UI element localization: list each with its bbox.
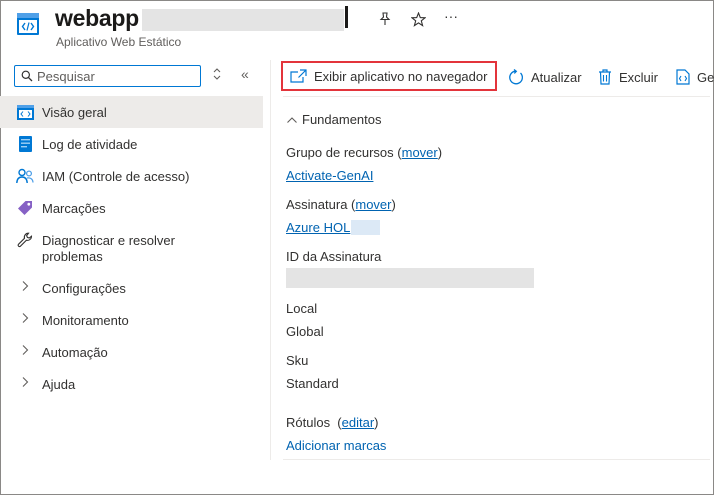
sidebar-item-diagnose[interactable]: Diagnosticar e resolver problemas (0, 224, 263, 272)
page-subtitle: Aplicativo Web Estático (56, 35, 182, 49)
essentials-toggle[interactable]: Fundamentos (286, 112, 382, 127)
subscription-move-link[interactable]: mover (355, 197, 391, 212)
chevron-up-icon (286, 113, 298, 127)
static-web-app-icon (17, 13, 39, 35)
search-input[interactable] (37, 68, 187, 84)
sidebar-item-label: Monitoramento (42, 313, 129, 328)
sku-value: Standard (286, 376, 339, 391)
search-box[interactable] (14, 65, 201, 87)
location-value: Global (286, 324, 324, 339)
chevron-right-icon (16, 312, 34, 324)
resource-group-value-row: Activate-GenAI (286, 168, 373, 183)
favorite-button[interactable] (409, 10, 427, 28)
collapse-sidebar-button[interactable]: « (241, 66, 249, 82)
up-down-icon (213, 68, 221, 80)
sidebar-item-label: Marcações (42, 201, 106, 216)
overview-icon (16, 103, 34, 121)
search-icon (21, 70, 33, 82)
sidebar-item-label: Configurações (42, 281, 126, 296)
subscription-redaction (351, 220, 380, 235)
tags-label: Rótulos (286, 415, 331, 430)
resource-group-link[interactable]: Activate-GenAI (286, 168, 373, 183)
sidebar-item-label: Ajuda (42, 377, 76, 392)
title-tail (345, 6, 348, 28)
chevron-right-icon (16, 344, 34, 356)
tags-label-row: Rótulos (editar) (286, 415, 379, 430)
tags-edit-link[interactable]: editar (342, 415, 375, 430)
sku-label: Sku (286, 353, 309, 368)
sidebar-item-help[interactable]: Ajuda (0, 368, 263, 400)
activity-log-icon (16, 135, 34, 153)
code-file-icon (676, 69, 690, 85)
delete-button[interactable]: Excluir (598, 64, 658, 90)
sidebar-item-activity-log[interactable]: Log de atividade (0, 128, 263, 160)
sidebar-item-tags[interactable]: Marcações (0, 192, 263, 224)
expand-collapse-button[interactable] (212, 67, 222, 84)
refresh-icon (509, 68, 523, 84)
subscription-id-label: ID da Assinatura (286, 249, 382, 264)
subscription-label-row: Assinatura (mover) (286, 197, 396, 212)
sidebar-item-iam[interactable]: IAM (Controle de acesso) (0, 160, 263, 192)
essentials-heading: Fundamentos (302, 112, 382, 127)
delete-label: Excluir (619, 69, 659, 85)
manage-label: Ge (697, 69, 714, 85)
tag-icon (16, 199, 34, 217)
title-redaction (142, 9, 344, 31)
sidebar-item-label: Automação (42, 345, 108, 360)
trash-icon (599, 69, 611, 85)
open-in-browser-icon (290, 69, 307, 83)
command-bar-divider (283, 96, 710, 97)
sidebar-item-label: IAM (Controle de acesso) (42, 169, 190, 184)
sidebar-item-label: Log de atividade (42, 137, 138, 152)
sidebar-item-settings[interactable]: Configurações (0, 272, 263, 304)
browse-button[interactable]: Exibir aplicativo no navegador (281, 61, 497, 91)
chevron-right-icon (16, 376, 34, 388)
page-title: webapp (55, 5, 139, 31)
add-tags-row: Adicionar marcas (286, 438, 386, 453)
subscription-value-row: Azure HOL (286, 220, 350, 235)
sidebar: Visão geral Log de atividade IAM (Contro… (0, 96, 263, 400)
subscription-id-redaction (286, 268, 534, 288)
content-divider (283, 459, 710, 460)
wrench-icon (16, 231, 34, 249)
resource-group-move-link[interactable]: mover (402, 145, 438, 160)
resource-group-label: Grupo de recursos (286, 145, 394, 160)
sidebar-divider (270, 60, 271, 460)
resource-group-label-row: Grupo de recursos (mover) (286, 145, 443, 160)
chevron-right-icon (16, 280, 34, 292)
refresh-button[interactable]: Atualizar (507, 64, 582, 90)
sidebar-item-monitoring[interactable]: Monitoramento (0, 304, 263, 336)
sidebar-item-automation[interactable]: Automação (0, 336, 263, 368)
subscription-label: Assinatura (286, 197, 348, 212)
pin-button[interactable] (376, 10, 394, 28)
iam-icon (16, 167, 34, 185)
manage-button[interactable]: Ge (676, 64, 714, 90)
add-tags-link[interactable]: Adicionar marcas (286, 438, 386, 453)
more-options-button[interactable]: ··· (442, 7, 460, 25)
sidebar-item-overview[interactable]: Visão geral (0, 96, 263, 128)
star-icon (410, 11, 426, 27)
sidebar-item-label: Diagnosticar e resolver problemas (42, 233, 175, 264)
pin-icon (379, 12, 391, 25)
location-label: Local (286, 301, 318, 316)
subscription-link[interactable]: Azure HOL (286, 220, 350, 235)
sidebar-item-label: Visão geral (42, 105, 107, 120)
refresh-label: Atualizar (531, 69, 582, 85)
browse-label: Exibir aplicativo no navegador (314, 68, 488, 84)
